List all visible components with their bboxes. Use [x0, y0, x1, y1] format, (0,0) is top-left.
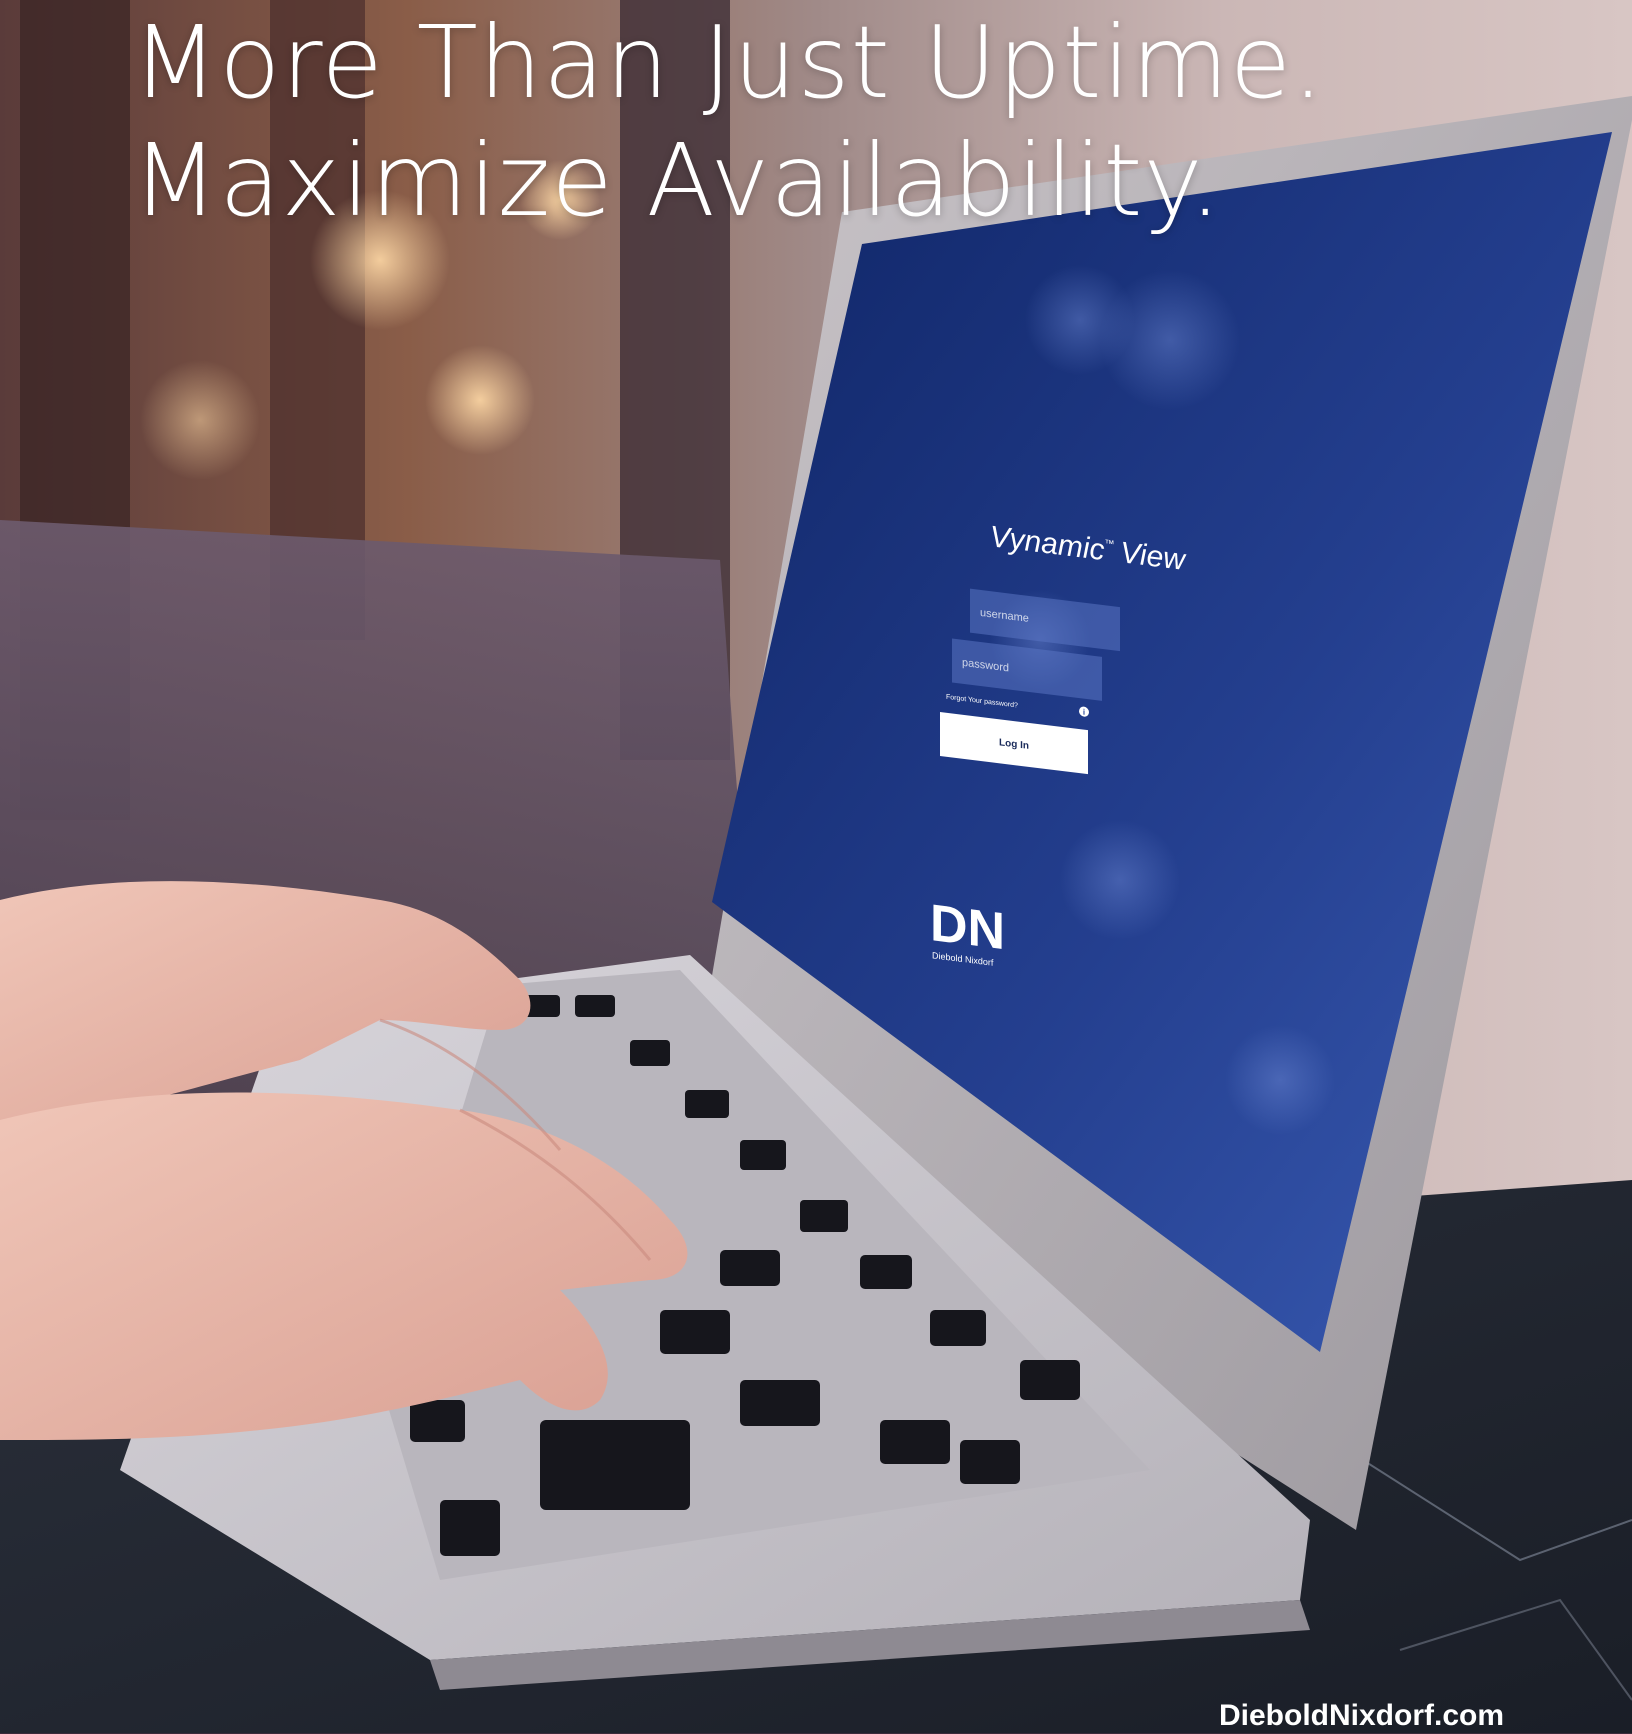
keyboard-key[interactable]	[1020, 1360, 1080, 1400]
keyboard-space-bar[interactable]	[540, 1420, 690, 1510]
keyboard-key[interactable]	[440, 1500, 500, 1556]
keyboard-key[interactable]	[960, 1440, 1020, 1484]
keyboard-key[interactable]	[930, 1310, 986, 1346]
keyboard-key[interactable]	[410, 1400, 465, 1442]
screen-bokeh	[1060, 820, 1180, 940]
laptop-photo-scene: Vynamic™ View username password Forgot Yo…	[0, 0, 1632, 1733]
keyboard-key[interactable]	[740, 1140, 786, 1170]
keyboard-key[interactable]	[660, 1310, 730, 1354]
headline: More Than Just Uptime. Maximize Availabi…	[132, 4, 1325, 240]
screen-bokeh	[1225, 1025, 1335, 1135]
keyboard-key[interactable]	[720, 1250, 780, 1286]
keyboard-key[interactable]	[880, 1420, 950, 1464]
headline-line-1: More Than Just Uptime.	[132, 4, 1325, 121]
brand-logo: DN Diebold Nixdorf	[930, 894, 1005, 968]
bokeh-light	[140, 360, 260, 480]
keyboard-key[interactable]	[685, 1090, 729, 1118]
info-icon-glyph: i	[1083, 708, 1085, 717]
keyboard-key[interactable]	[800, 1200, 848, 1232]
bokeh-light	[425, 345, 535, 455]
keyboard-key[interactable]	[860, 1255, 912, 1289]
headline-line-2: Maximize Availability.	[132, 122, 1223, 239]
keyboard-key[interactable]	[630, 1040, 670, 1066]
website-url[interactable]: DieboldNixdorf.com	[1219, 1698, 1504, 1734]
screen-bokeh	[1025, 265, 1135, 375]
keyboard-key[interactable]	[740, 1380, 820, 1426]
keyboard-key[interactable]	[575, 995, 615, 1017]
